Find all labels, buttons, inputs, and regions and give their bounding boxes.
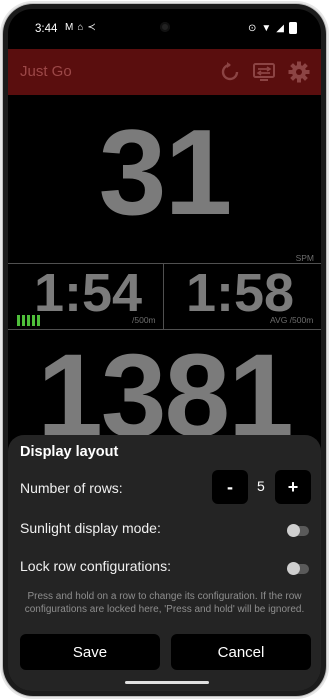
phone-frame: 3:44 M ⌂ ≺ ⊙ ▼ ◢ Just Go 31 SPM 1:54 /50…	[3, 4, 326, 696]
increase-rows-button[interactable]: +	[275, 470, 311, 504]
gesture-icon: ≺	[87, 22, 96, 33]
column-divider	[163, 264, 164, 329]
lock-toggle[interactable]	[287, 562, 309, 575]
screen: 3:44 M ⌂ ≺ ⊙ ▼ ◢ Just Go 31 SPM 1:54 /50…	[8, 9, 321, 691]
split-value[interactable]: 1:54	[34, 264, 142, 322]
save-button[interactable]: Save	[20, 634, 160, 670]
refresh-icon[interactable]	[218, 60, 242, 84]
lock-label: Lock row configurations:	[20, 558, 171, 574]
status-bar: 3:44 M ⌂ ≺ ⊙ ▼ ◢	[8, 9, 321, 49]
phone-lock-icon: ⌂	[77, 22, 84, 33]
spm-unit: SPM	[295, 253, 314, 263]
notification-icons: M ⌂ ≺	[65, 22, 96, 33]
gmail-icon: M	[65, 22, 74, 33]
sunlight-toggle[interactable]	[287, 524, 309, 537]
battery-icon	[289, 22, 297, 34]
system-icons: ⊙ ▼ ◢	[248, 22, 297, 34]
front-camera	[160, 22, 170, 32]
decrease-rows-button[interactable]: -	[212, 470, 248, 504]
app-bar: Just Go	[8, 49, 321, 95]
avg-split-unit: AVG /500m	[270, 315, 314, 325]
display-settings-icon[interactable]	[252, 60, 276, 84]
help-note: Press and hold on a row to change its co…	[24, 591, 305, 615]
stroke-rate-bars	[17, 315, 40, 326]
spm-value: 31	[98, 104, 233, 240]
signal-icon: ◢	[276, 22, 284, 34]
avg-split-value[interactable]: 1:58	[186, 264, 294, 322]
location-icon: ⊙	[248, 22, 257, 34]
spm-row[interactable]: 31 SPM	[8, 95, 321, 263]
cancel-button[interactable]: Cancel	[171, 634, 311, 670]
split-unit: /500m	[132, 315, 156, 325]
display-layout-sheet: Display layout Number of rows: - 5 + Sun…	[8, 435, 321, 691]
home-indicator[interactable]	[125, 681, 209, 684]
sheet-title: Display layout	[20, 444, 119, 460]
rows-value: 5	[257, 478, 265, 494]
sunlight-label: Sunlight display mode:	[20, 520, 161, 536]
wifi-icon: ▼	[261, 22, 272, 34]
rows-label: Number of rows:	[20, 480, 123, 496]
gear-icon[interactable]	[287, 60, 311, 84]
status-time: 3:44	[35, 23, 58, 35]
app-title: Just Go	[20, 63, 72, 80]
